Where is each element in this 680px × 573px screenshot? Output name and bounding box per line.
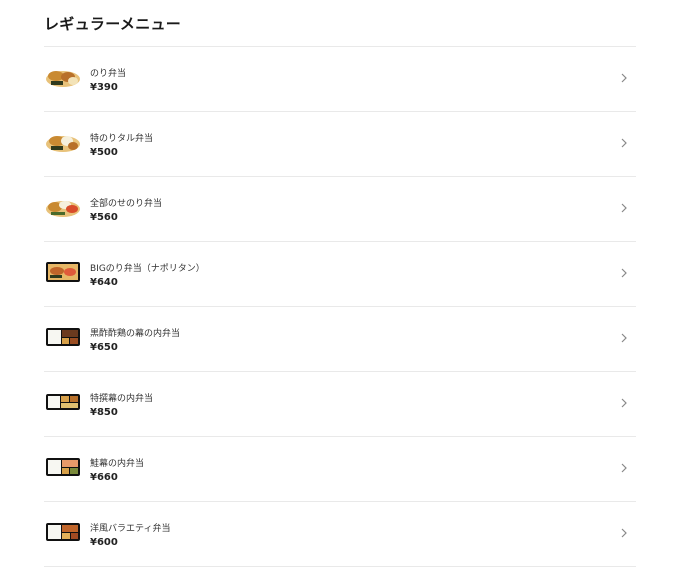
bento-thumbnail [45, 64, 81, 90]
menu-item[interactable]: 鮭幕の内弁当 ¥660 [44, 437, 636, 501]
item-name: 黒酢酢鶏の幕の内弁当 [90, 329, 181, 339]
bento-thumbnail [45, 389, 81, 415]
item-name: 洋風バラエティ弁当 [90, 524, 171, 534]
menu-item[interactable]: 洋風バラエティ弁当 ¥600 [44, 502, 636, 566]
item-name: BIGのり弁当（ナポリタン） [90, 264, 205, 274]
item-price: ¥600 [90, 537, 118, 548]
bento-thumbnail [45, 324, 81, 350]
item-name: 特撰幕の内弁当 [90, 394, 154, 404]
item-price: ¥390 [90, 82, 118, 93]
chevron-right-icon [620, 332, 628, 344]
menu-list: のり弁当 ¥390 特のりタル弁当 ¥500 全部のせのり弁当 ¥560 BIG… [44, 46, 636, 567]
menu-item[interactable]: 全部のせのり弁当 ¥560 [44, 177, 636, 241]
chevron-right-icon [620, 267, 628, 279]
menu-item[interactable]: のり弁当 ¥390 [44, 47, 636, 111]
bento-thumbnail [45, 129, 81, 155]
item-name: 特のりタル弁当 [90, 134, 154, 144]
chevron-right-icon [620, 462, 628, 474]
item-name: 全部のせのり弁当 [90, 199, 163, 209]
item-name: のり弁当 [90, 69, 127, 79]
menu-item[interactable]: BIGのり弁当（ナポリタン） ¥640 [44, 242, 636, 306]
item-price: ¥560 [90, 212, 118, 223]
bento-thumbnail [45, 454, 81, 480]
bento-thumbnail [45, 519, 81, 545]
item-price: ¥500 [90, 147, 118, 158]
item-price: ¥850 [90, 407, 118, 418]
section-title: レギュラーメニュー [44, 15, 182, 33]
item-price: ¥650 [90, 342, 118, 353]
chevron-right-icon [620, 202, 628, 214]
item-price: ¥640 [90, 277, 118, 288]
divider [44, 566, 636, 567]
menu-item[interactable]: 特のりタル弁当 ¥500 [44, 112, 636, 176]
menu-item[interactable]: 特撰幕の内弁当 ¥850 [44, 372, 636, 436]
item-name: 鮭幕の内弁当 [90, 459, 145, 469]
chevron-right-icon [620, 397, 628, 409]
item-price: ¥660 [90, 472, 118, 483]
chevron-right-icon [620, 137, 628, 149]
chevron-right-icon [620, 527, 628, 539]
menu-item[interactable]: 黒酢酢鶏の幕の内弁当 ¥650 [44, 307, 636, 371]
chevron-right-icon [620, 72, 628, 84]
bento-thumbnail [45, 259, 81, 285]
bento-thumbnail [45, 194, 81, 220]
